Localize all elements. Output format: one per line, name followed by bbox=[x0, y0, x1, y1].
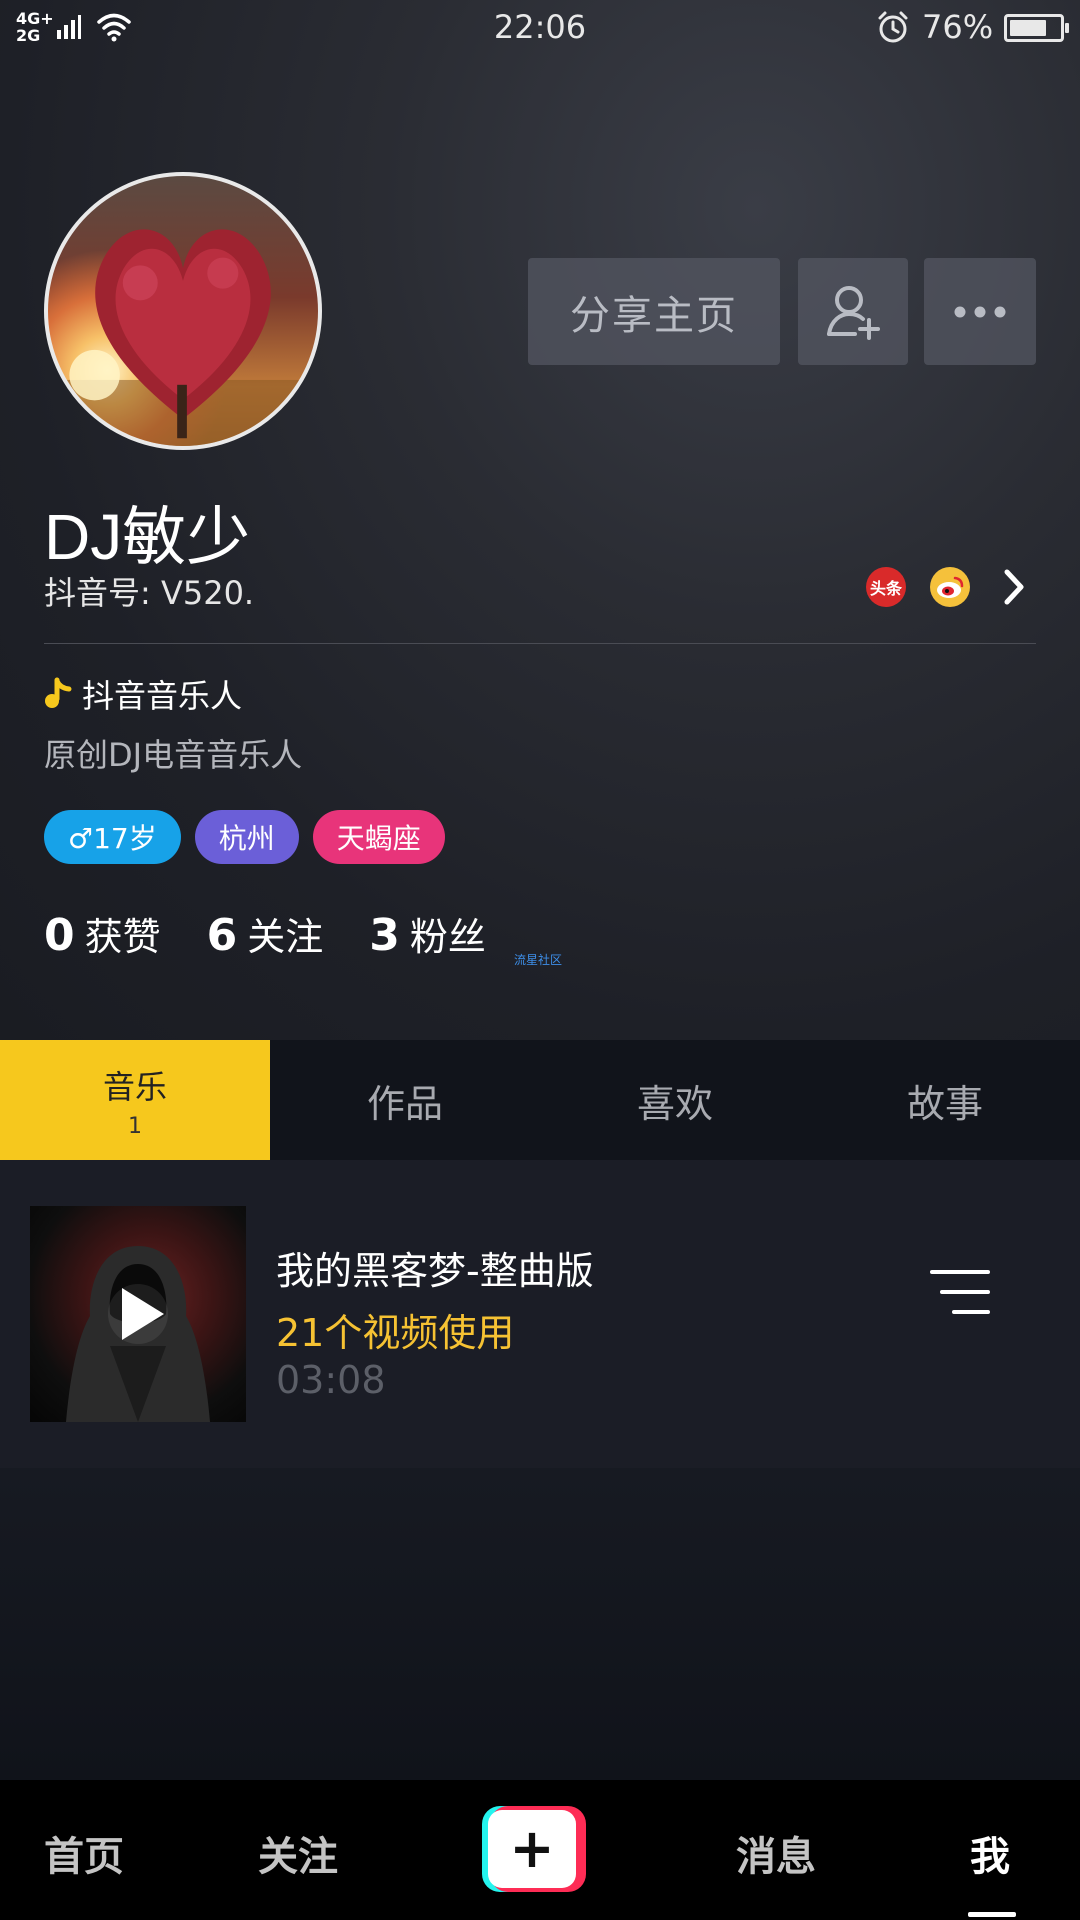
nav-follow[interactable]: 关注 bbox=[258, 1824, 338, 1882]
music-list: 我的黑客梦-整曲版 21个视频使用 03:08 bbox=[0, 1160, 1080, 1468]
list-item[interactable]: 我的黑客梦-整曲版 21个视频使用 03:08 bbox=[0, 1160, 1080, 1468]
chevron-right-icon[interactable] bbox=[998, 566, 1030, 608]
bio: 原创DJ电音音乐人 bbox=[44, 736, 303, 774]
divider bbox=[44, 643, 1036, 644]
more-icon bbox=[954, 306, 1006, 317]
musician-badge-label: 抖音音乐人 bbox=[82, 677, 243, 715]
stat-following[interactable]: 6 关注 bbox=[207, 906, 324, 961]
tab-stories[interactable]: 故事 bbox=[810, 1040, 1080, 1160]
user-name: DJ敏少 bbox=[44, 501, 251, 573]
nav-me-indicator bbox=[968, 1912, 1016, 1917]
create-button[interactable]: + bbox=[482, 1806, 586, 1892]
tab-likes[interactable]: 喜欢 bbox=[540, 1040, 810, 1160]
more-button[interactable] bbox=[924, 258, 1036, 365]
stat-following-label: 关注 bbox=[247, 915, 324, 959]
nav-me[interactable]: 我 bbox=[970, 1824, 1010, 1882]
battery-fill bbox=[1010, 20, 1046, 36]
toutiao-icon[interactable]: 头条 bbox=[866, 567, 906, 607]
tab-music-count: 1 bbox=[128, 1113, 142, 1139]
track-usage[interactable]: 21个视频使用 bbox=[276, 1302, 514, 1357]
track-cover[interactable] bbox=[30, 1206, 246, 1422]
stat-followers-label: 粉丝 bbox=[409, 915, 486, 959]
tab-music-label: 音乐 bbox=[102, 1067, 167, 1106]
track-title: 我的黑客梦-整曲版 bbox=[276, 1249, 594, 1293]
avatar[interactable] bbox=[44, 172, 322, 450]
nav-messages[interactable]: 消息 bbox=[736, 1824, 816, 1882]
nav-home[interactable]: 首页 bbox=[44, 1824, 124, 1882]
profile-tags: ♂17岁 杭州 天蝎座 bbox=[44, 810, 445, 864]
tab-works[interactable]: 作品 bbox=[270, 1040, 540, 1160]
city-tag: 杭州 bbox=[194, 810, 299, 864]
weibo-glyph bbox=[937, 576, 964, 598]
weibo-icon[interactable] bbox=[930, 567, 970, 607]
plus-icon: + bbox=[488, 1810, 576, 1888]
stat-likes-label: 获赞 bbox=[84, 915, 161, 959]
track-duration: 03:08 bbox=[276, 1358, 386, 1402]
empty-area bbox=[0, 1468, 1080, 1780]
add-friend-button[interactable] bbox=[798, 258, 908, 365]
profile-screen: 4G+ 2G 22:06 76% 分享主页 DJ敏少 抖音号: V520. 头条… bbox=[0, 0, 1080, 1920]
stat-followers-count: 3 bbox=[369, 910, 400, 961]
battery-icon bbox=[1004, 14, 1069, 42]
zodiac-tag: 天蝎座 bbox=[312, 810, 445, 864]
add-friend-icon bbox=[827, 285, 880, 340]
music-note-icon bbox=[45, 677, 72, 708]
tab-music[interactable]: 音乐 1 bbox=[0, 1040, 270, 1160]
clock: 22:06 bbox=[493, 8, 587, 46]
profile-tabs: 音乐 1 作品 喜欢 故事 bbox=[0, 1040, 1080, 1160]
user-id: 抖音号: V520. bbox=[44, 574, 255, 612]
status-bar: 4G+ 2G 22:06 76% bbox=[0, 0, 1080, 56]
share-profile-button[interactable]: 分享主页 bbox=[528, 258, 780, 365]
stat-followers[interactable]: 3 粉丝 bbox=[369, 906, 486, 961]
heart-tree-image bbox=[48, 229, 318, 446]
alarm-icon bbox=[878, 11, 908, 43]
battery-percent: 76% bbox=[922, 8, 994, 46]
stat-likes[interactable]: 0 获赞 bbox=[44, 906, 161, 961]
watermark: 流星社区 bbox=[514, 953, 563, 967]
bottom-nav: 首页 关注 + 消息 我 bbox=[0, 1780, 1080, 1920]
profile-stats: 0 获赞 6 关注 3 粉丝 bbox=[44, 906, 532, 961]
hooded-figure-image bbox=[66, 1246, 210, 1422]
gender-age-tag: ♂17岁 bbox=[44, 810, 181, 864]
stat-following-count: 6 bbox=[206, 910, 238, 961]
menu-icon[interactable] bbox=[930, 1268, 990, 1318]
musician-badge: 抖音音乐人 bbox=[44, 674, 243, 715]
stat-likes-count: 0 bbox=[44, 910, 75, 961]
